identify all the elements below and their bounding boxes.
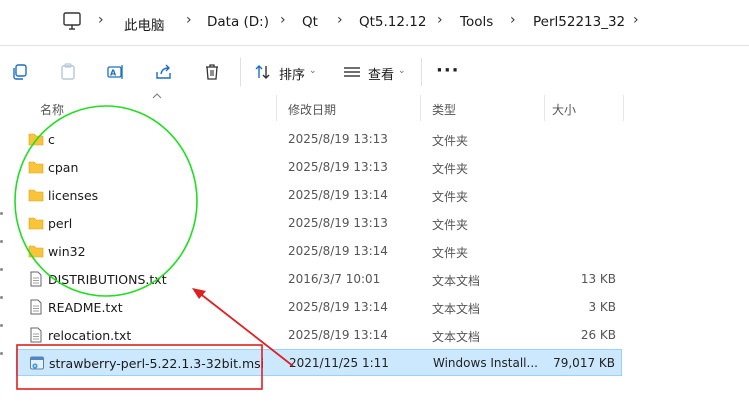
text-file-icon bbox=[30, 327, 42, 343]
sort-caret-icon bbox=[152, 93, 162, 99]
chevron-right-icon[interactable]: › bbox=[280, 12, 286, 28]
file-type: 文件夹 bbox=[432, 162, 469, 176]
list-item[interactable]: relocation.txt 2025/8/19 13:14 文本文档 26 K… bbox=[16, 322, 622, 349]
file-modified: 2025/8/19 13:14 bbox=[288, 300, 388, 314]
file-size: 3 KB bbox=[588, 300, 616, 314]
column-header-size[interactable]: 大小 bbox=[552, 101, 576, 118]
address-bar[interactable]: › 此电脑 › Data (D:) › Qt › Qt5.12.12 › Too… bbox=[0, 0, 749, 46]
list-item[interactable]: win32 2025/8/19 13:14 文件夹 bbox=[16, 238, 622, 265]
file-modified: 2016/3/7 10:01 bbox=[288, 272, 381, 286]
list-item-selected[interactable]: strawberry-perl-5.22.1.3-32bit.msi 2021/… bbox=[16, 349, 622, 376]
breadcrumb-item[interactable]: Perl52213_32 bbox=[533, 14, 625, 30]
nav-pane-edge bbox=[0, 212, 3, 215]
list-item[interactable]: README.txt 2025/8/19 13:14 文本文档 3 KB bbox=[16, 294, 622, 321]
share-icon[interactable] bbox=[155, 63, 173, 81]
file-type: 文本文档 bbox=[432, 274, 481, 288]
file-size: 26 KB bbox=[580, 328, 616, 342]
file-type: 文件夹 bbox=[432, 134, 469, 148]
file-size: 13 KB bbox=[580, 272, 616, 286]
file-name: perl bbox=[48, 216, 73, 231]
file-type: 文本文档 bbox=[432, 302, 481, 316]
folder-icon bbox=[28, 245, 44, 258]
folder-icon bbox=[28, 161, 44, 174]
column-header-name[interactable]: 名称 bbox=[40, 101, 64, 118]
text-file-icon bbox=[30, 271, 42, 287]
nav-pane-edge bbox=[0, 240, 3, 243]
file-name: README.txt bbox=[48, 300, 123, 315]
breadcrumb-item[interactable]: Qt5.12.12 bbox=[359, 14, 426, 30]
file-modified: 2025/8/19 13:13 bbox=[288, 132, 388, 146]
file-modified: 2025/8/19 13:14 bbox=[288, 244, 388, 258]
file-type: 文件夹 bbox=[432, 218, 469, 232]
file-modified: 2025/8/19 13:13 bbox=[288, 216, 388, 230]
view-button[interactable]: 查看 bbox=[368, 64, 394, 83]
sort-icon[interactable] bbox=[254, 63, 272, 81]
list-item[interactable]: c 2025/8/19 13:13 文件夹 bbox=[16, 126, 622, 153]
file-modified: 2025/8/19 13:14 bbox=[288, 328, 388, 342]
file-name: c bbox=[48, 132, 55, 147]
chevron-right-icon[interactable]: › bbox=[633, 12, 639, 28]
folder-icon bbox=[28, 133, 44, 146]
column-divider[interactable] bbox=[623, 95, 624, 121]
breadcrumb-item[interactable]: Data (D:) bbox=[207, 14, 269, 30]
file-modified: 2025/8/19 13:13 bbox=[288, 160, 388, 174]
chevron-right-icon[interactable]: › bbox=[337, 12, 343, 28]
sort-button[interactable]: 排序 bbox=[279, 64, 305, 83]
file-name: DISTRIBUTIONS.txt bbox=[48, 272, 167, 287]
column-divider[interactable] bbox=[544, 95, 545, 121]
this-pc-icon[interactable] bbox=[63, 12, 81, 32]
toolbar-divider bbox=[240, 58, 241, 86]
list-item[interactable]: licenses 2025/8/19 13:14 文件夹 bbox=[16, 182, 622, 209]
file-name: relocation.txt bbox=[48, 328, 132, 343]
chevron-right-icon[interactable]: › bbox=[98, 12, 104, 28]
column-divider[interactable] bbox=[420, 95, 421, 121]
text-file-icon bbox=[30, 299, 42, 315]
nav-pane-edge bbox=[0, 268, 3, 271]
folder-icon bbox=[28, 217, 44, 230]
nav-pane-edge bbox=[0, 352, 3, 355]
view-icon[interactable] bbox=[343, 63, 361, 81]
nav-pane-edge bbox=[0, 324, 3, 327]
nav-pane-edge bbox=[0, 296, 3, 299]
file-type: 文本文档 bbox=[432, 330, 481, 344]
file-type: 文件夹 bbox=[432, 246, 469, 260]
breadcrumb-item[interactable]: Qt bbox=[302, 14, 318, 30]
list-item[interactable]: cpan 2025/8/19 13:13 文件夹 bbox=[16, 154, 622, 181]
file-type: Windows Install... bbox=[433, 356, 538, 370]
svg-text:A: A bbox=[110, 69, 117, 78]
copy-icon[interactable] bbox=[11, 63, 29, 81]
chevron-right-icon[interactable]: › bbox=[437, 12, 443, 28]
folder-icon bbox=[28, 189, 44, 202]
column-header-modified[interactable]: 修改日期 bbox=[288, 101, 336, 118]
list-item[interactable]: DISTRIBUTIONS.txt 2016/3/7 10:01 文本文档 13… bbox=[16, 266, 622, 293]
file-modified: 2021/11/25 1:11 bbox=[289, 356, 389, 370]
file-name: cpan bbox=[48, 160, 79, 175]
file-name: win32 bbox=[48, 244, 86, 259]
file-name: licenses bbox=[48, 188, 99, 203]
column-header: 名称 修改日期 类型 大小 bbox=[16, 93, 749, 121]
file-modified: 2025/8/19 13:14 bbox=[288, 188, 388, 202]
paste-icon[interactable] bbox=[59, 63, 77, 81]
file-type: 文件夹 bbox=[432, 190, 469, 204]
msi-installer-icon bbox=[30, 356, 44, 370]
delete-icon[interactable] bbox=[203, 63, 221, 81]
breadcrumb-item[interactable]: 此电脑 bbox=[124, 14, 165, 34]
toolbar-divider bbox=[421, 58, 422, 86]
chevron-down-icon[interactable]: ⌄ bbox=[398, 66, 406, 76]
chevron-down-icon[interactable]: ⌄ bbox=[309, 66, 317, 76]
list-item[interactable]: perl 2025/8/19 13:13 文件夹 bbox=[16, 210, 622, 237]
chevron-right-icon[interactable]: › bbox=[510, 12, 516, 28]
file-size: 79,017 KB bbox=[553, 356, 615, 370]
file-name: strawberry-perl-5.22.1.3-32bit.msi bbox=[49, 356, 265, 371]
more-options-button[interactable]: ··· bbox=[436, 60, 460, 81]
chevron-right-icon[interactable]: › bbox=[186, 12, 192, 28]
column-divider[interactable] bbox=[276, 95, 277, 121]
column-header-type[interactable]: 类型 bbox=[432, 101, 456, 118]
rename-icon[interactable]: A bbox=[107, 63, 125, 81]
breadcrumb-item[interactable]: Tools bbox=[460, 14, 493, 30]
command-bar: A 排序 ⌄ 查看 ⌄ ··· bbox=[0, 47, 749, 97]
